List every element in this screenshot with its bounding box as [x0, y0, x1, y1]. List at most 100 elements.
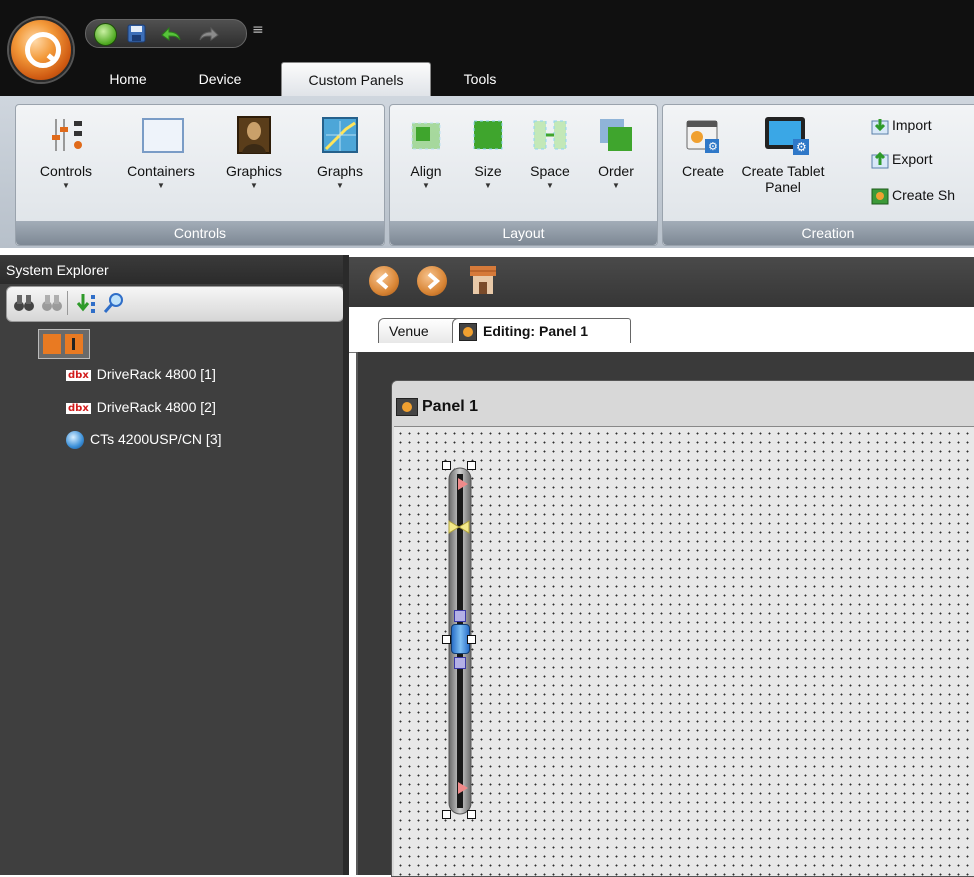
tab-editing-label: Editing: Panel 1: [483, 323, 589, 339]
arrow-left-icon: [375, 272, 389, 290]
fader-min-marker: [458, 782, 468, 794]
controls-icon: [46, 115, 86, 155]
order-icon: [596, 115, 636, 155]
svg-text:⚙: ⚙: [796, 140, 807, 154]
chevron-down-icon: ▼: [422, 181, 430, 190]
align-label: Align: [410, 163, 442, 179]
tab-venue[interactable]: Venue: [378, 318, 458, 343]
group-creation: ⚙ Create ⚙ Create Tablet Panel Import Ex…: [662, 104, 974, 246]
align-icon: [406, 115, 446, 155]
chevron-down-icon: ▼: [157, 181, 165, 190]
chevron-down-icon: ▼: [62, 181, 70, 190]
space-icon: [530, 115, 570, 155]
tree-item-label: DriveRack 4800 [2]: [96, 399, 216, 415]
tab-home[interactable]: Home: [99, 62, 157, 96]
controls-button[interactable]: Controls ▼: [26, 115, 106, 190]
graphics-button[interactable]: Graphics ▼: [214, 115, 294, 190]
tree-item-label: CTs 4200USP/CN [3]: [90, 431, 222, 447]
controls-label: Controls: [39, 163, 93, 179]
panel-icon: [396, 398, 418, 416]
create-tablet-label-1: Create Tablet: [741, 163, 825, 179]
quick-access-toolbar: [85, 19, 247, 48]
customize-quick-access-icon[interactable]: ≡: [252, 22, 264, 38]
chevron-down-icon: ▼: [546, 181, 554, 190]
size-icon: [468, 115, 508, 155]
selection-handle[interactable]: [467, 461, 476, 470]
fader-max-marker: [458, 478, 468, 490]
containers-icon: [141, 115, 184, 155]
create-panel-icon: ⚙: [683, 115, 723, 155]
order-label: Order: [598, 163, 634, 179]
fader-unity-marker: [447, 519, 471, 534]
export-icon: [870, 151, 890, 169]
arrow-right-icon: [427, 272, 441, 290]
tab-venue-label: Venue: [389, 323, 429, 339]
redo-icon[interactable]: [198, 23, 219, 44]
toolbar-separator: [67, 291, 68, 315]
graphs-label: Graphs: [317, 163, 363, 179]
graphics-label: Graphics: [225, 163, 283, 179]
create-sh-label: Create Sh: [892, 187, 956, 203]
tab-editing-panel[interactable]: Editing: Panel 1: [452, 318, 631, 343]
venue-home-icon: [470, 266, 496, 294]
space-button[interactable]: Space ▼: [520, 115, 580, 190]
order-button[interactable]: Order ▼: [586, 115, 646, 190]
selection-handle[interactable]: [467, 635, 476, 644]
group-controls: Controls ▼ Containers ▼ Graphics ▼ Graph…: [15, 104, 385, 246]
group-title-controls: Controls: [16, 221, 384, 245]
selection-handle[interactable]: [442, 810, 451, 819]
size-button[interactable]: Size ▼: [458, 115, 518, 190]
back-button[interactable]: [369, 266, 399, 296]
selection-handle[interactable]: [467, 810, 476, 819]
graphics-picture-icon: [234, 115, 274, 155]
tree-item-cts-4200[interactable]: CTs 4200USP/CN [3]: [66, 431, 222, 450]
search-icon[interactable]: [103, 292, 125, 318]
panel-design-grid[interactable]: [394, 426, 974, 876]
venue-root-node[interactable]: [38, 329, 90, 359]
binoculars-icon[interactable]: [13, 292, 35, 318]
chevron-down-icon: ▼: [612, 181, 620, 190]
create-label: Create: [681, 163, 725, 179]
export-label: Export: [892, 151, 933, 167]
forward-button[interactable]: [417, 266, 447, 296]
chevron-down-icon: ▼: [484, 181, 492, 190]
undo-icon[interactable]: [158, 23, 181, 44]
tab-device[interactable]: Device: [187, 62, 253, 96]
selection-handle[interactable]: [442, 635, 451, 644]
graphs-button[interactable]: Graphs ▼: [304, 115, 376, 190]
create-sh-button[interactable]: Create Sh: [870, 187, 955, 205]
import-button[interactable]: Import: [870, 117, 932, 135]
sort-icon[interactable]: [75, 292, 99, 318]
create-tablet-panel-button[interactable]: ⚙ Create Tablet Panel: [733, 115, 833, 195]
chevron-down-icon: ▼: [336, 181, 344, 190]
home-button[interactable]: [467, 264, 499, 300]
application-menu-button[interactable]: [9, 18, 73, 82]
group-title-layout: Layout: [390, 221, 657, 245]
panel-icon: [459, 323, 477, 342]
binoculars-disabled-icon[interactable]: [41, 292, 63, 318]
online-icon[interactable]: [94, 23, 117, 46]
save-icon[interactable]: [126, 23, 147, 44]
space-label: Space: [530, 163, 570, 179]
group-layout: Align ▼ Size ▼ Space ▼ Order ▼ Layout: [389, 104, 658, 246]
containers-button[interactable]: Containers ▼: [116, 115, 206, 190]
tree-item-label: DriveRack 4800 [1]: [96, 366, 216, 382]
app-logo-icon: [25, 32, 61, 68]
tree-item-driverack-1[interactable]: dbx DriveRack 4800 [1]: [66, 366, 216, 382]
tree-item-driverack-2[interactable]: dbx DriveRack 4800 [2]: [66, 399, 216, 415]
selection-handle[interactable]: [442, 461, 451, 470]
thumb-resize-handle[interactable]: [454, 610, 466, 622]
svg-text:⚙: ⚙: [708, 140, 718, 153]
size-label: Size: [474, 163, 502, 179]
thumb-resize-handle[interactable]: [454, 657, 466, 669]
tab-tools[interactable]: Tools: [450, 62, 510, 96]
create-shortcut-icon: [870, 187, 890, 205]
create-button[interactable]: ⚙ Create: [673, 115, 733, 179]
export-button[interactable]: Export: [870, 151, 932, 169]
import-icon: [870, 117, 890, 135]
chevron-down-icon: ▼: [250, 181, 258, 190]
panel-title-text: Panel 1: [422, 398, 479, 416]
device-disc-icon: [66, 431, 84, 450]
tab-custom-panels[interactable]: Custom Panels: [281, 62, 431, 97]
align-button[interactable]: Align ▼: [396, 115, 456, 190]
